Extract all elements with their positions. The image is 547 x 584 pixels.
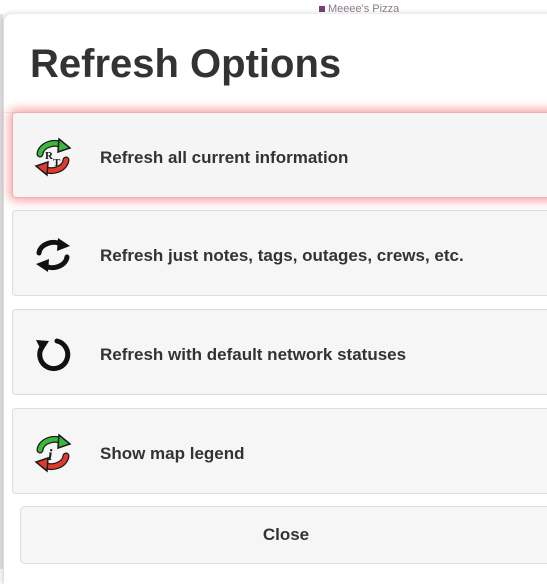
refresh-arrows-icon — [36, 238, 70, 272]
svg-text:i: i — [48, 447, 53, 464]
background-edge — [0, 14, 3, 569]
refresh-notes-button[interactable]: Refresh just notes, tags, outages, crews… — [12, 210, 547, 296]
close-button-label: Close — [262, 525, 310, 544]
refresh-notes-label: Refresh just notes, tags, outages, crews… — [100, 246, 464, 265]
dialog-title: Refresh Options — [30, 42, 342, 86]
refresh-all-label: Refresh all current information — [100, 148, 349, 167]
close-button[interactable]: Close — [20, 506, 547, 564]
info-refresh-icon: i — [34, 433, 72, 473]
background-map-label: Meeee's Pizza — [319, 4, 399, 14]
background-map-label-text: Meeee's Pizza — [328, 4, 400, 14]
show-map-legend-label: Show map legend — [100, 444, 245, 463]
refresh-default-statuses-button[interactable]: Refresh with default network statuses — [12, 309, 547, 395]
refresh-rt-icon: R T — [34, 137, 72, 177]
refresh-options-dialog: Refresh Options R T Refresh all current … — [4, 14, 547, 584]
refresh-all-button[interactable]: R T Refresh all current information — [12, 112, 547, 198]
reload-icon — [36, 338, 71, 372]
refresh-default-statuses-label: Refresh with default network statuses — [100, 345, 407, 364]
show-map-legend-button[interactable]: i Show map legend — [12, 408, 547, 494]
svg-text:T: T — [53, 157, 61, 169]
